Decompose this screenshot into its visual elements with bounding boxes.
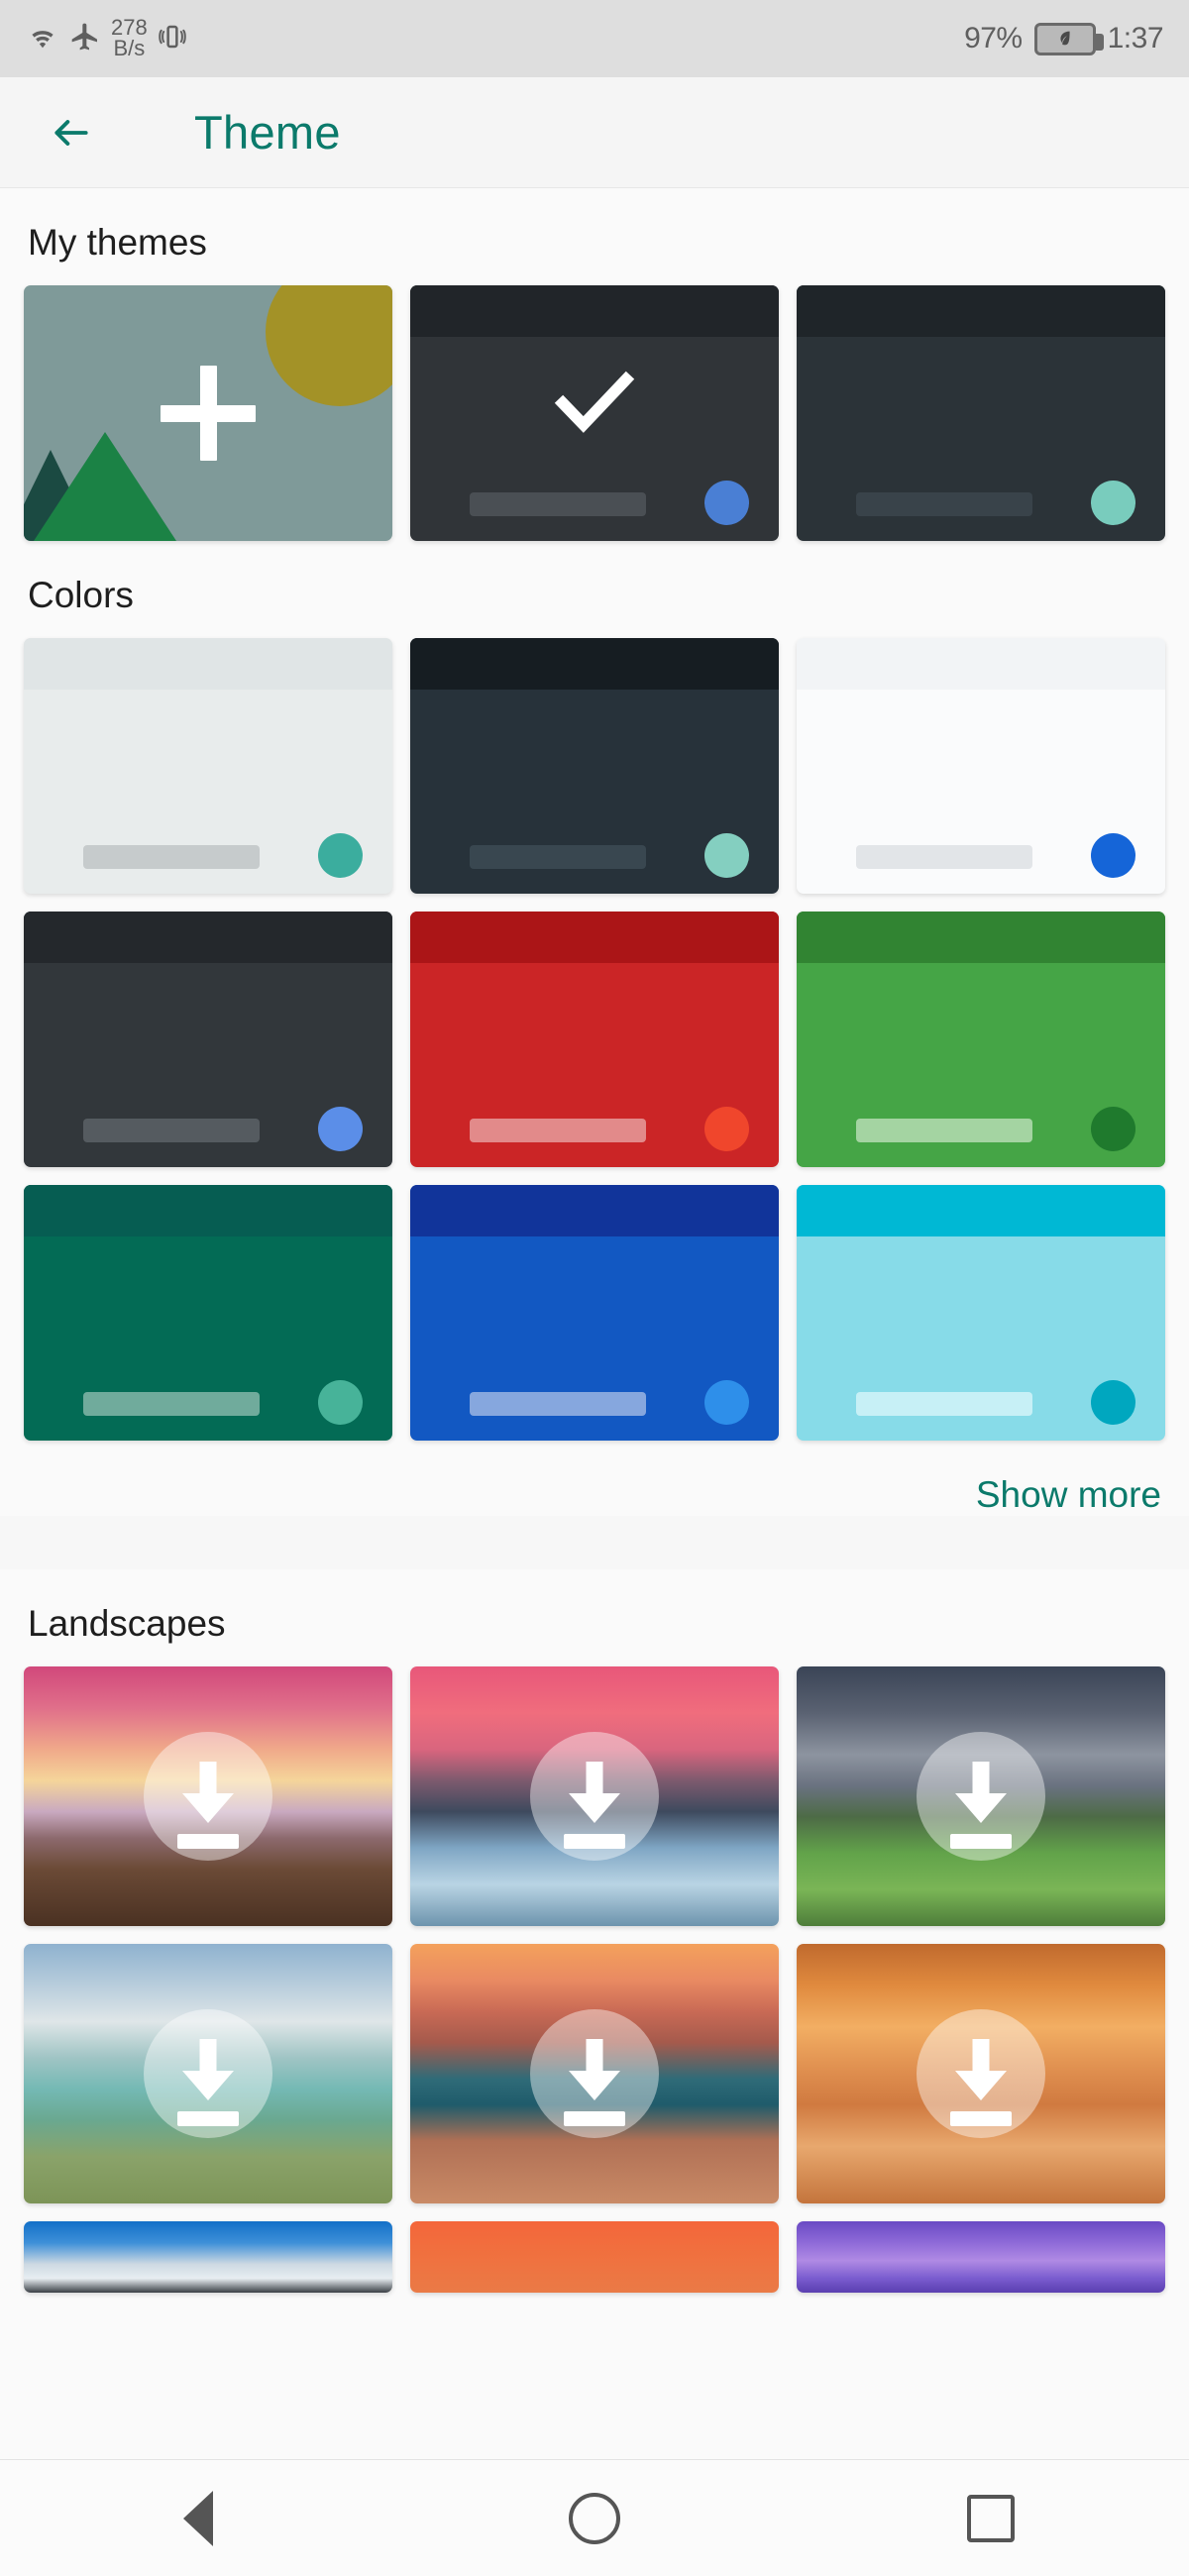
theme-accent-dot	[1091, 1380, 1135, 1425]
network-speed-unit: B/s	[113, 36, 146, 60]
theme-preview-pill	[82, 845, 261, 869]
landscape-card-lagoon-cloudy-beach[interactable]	[24, 1944, 392, 2203]
nav-home-circle-icon[interactable]	[540, 2464, 649, 2573]
theme-preview-pill	[469, 492, 647, 516]
theme-card-color-theme-cyan-light[interactable]	[797, 1185, 1165, 1441]
landscape-thumbnail	[24, 2221, 392, 2293]
theme-accent-dot	[1091, 1107, 1135, 1151]
theme-preview-pill	[855, 492, 1033, 516]
download-icon[interactable]	[917, 1732, 1045, 1861]
clock-label: 1:37	[1107, 22, 1164, 54]
theme-accent-dot	[704, 833, 749, 878]
theme-preview-pill	[469, 1392, 647, 1416]
show-more-row: Show more	[0, 1441, 1189, 1516]
theme-preview-pill	[855, 1392, 1033, 1416]
landscape-card-antelope-canyon[interactable]	[797, 1944, 1165, 2203]
nav-recents-square-icon[interactable]	[936, 2464, 1045, 2573]
sun-shape-icon	[266, 285, 392, 406]
landscape-card-beach-sunset-rocks[interactable]	[24, 1666, 392, 1926]
theme-accent-dot	[318, 1107, 363, 1151]
theme-preview-pill	[855, 845, 1033, 869]
theme-preview-topbar	[410, 912, 779, 963]
theme-preview-topbar	[24, 1185, 392, 1236]
download-icon[interactable]	[917, 2009, 1045, 2138]
section-divider	[0, 1516, 1189, 1569]
theme-card-color-theme-green[interactable]	[797, 912, 1165, 1167]
theme-accent-dot	[318, 833, 363, 878]
my-themes-grid	[0, 285, 1189, 541]
theme-card-color-theme-red[interactable]	[410, 912, 779, 1167]
status-bar: 278 B/s 97% 1:37	[0, 0, 1189, 77]
colors-section: Colors Show more	[0, 541, 1189, 1516]
theme-preview-pill	[469, 1119, 647, 1142]
landscape-thumbnail	[410, 2221, 779, 2293]
check-icon	[535, 353, 654, 453]
mountain-front-shape-icon	[34, 432, 176, 541]
download-icon[interactable]	[530, 1732, 659, 1861]
battery-saver-leaf-icon	[1033, 22, 1104, 55]
download-icon[interactable]	[144, 2009, 272, 2138]
system-navigation-bar	[0, 2459, 1189, 2576]
show-more-button[interactable]: Show more	[976, 1474, 1161, 1516]
theme-preview-pill	[469, 845, 647, 869]
theme-card-color-theme-light-gray[interactable]	[24, 638, 392, 894]
network-speed-indicator: 278 B/s	[111, 17, 148, 60]
theme-card-dark-theme-blue[interactable]	[410, 285, 779, 541]
theme-preview-topbar	[24, 638, 392, 690]
theme-card-dark-theme-teal[interactable]	[797, 285, 1165, 541]
theme-accent-dot	[704, 1380, 749, 1425]
colors-heading: Colors	[28, 575, 134, 615]
theme-preview-pill	[82, 1392, 261, 1416]
download-icon[interactable]	[530, 2009, 659, 2138]
landscapes-grid	[0, 1666, 1189, 2293]
my-themes-heading: My themes	[28, 222, 207, 263]
theme-preview-topbar	[797, 912, 1165, 963]
status-bar-left: 278 B/s	[26, 17, 187, 60]
status-bar-right: 97% 1:37	[964, 22, 1164, 55]
theme-card-color-theme-charcoal[interactable]	[24, 912, 392, 1167]
landscape-card-green-hills-storm[interactable]	[797, 1666, 1165, 1926]
landscape-card-icy-river-pink-sky[interactable]	[410, 1666, 779, 1926]
colors-grid	[0, 638, 1189, 1441]
theme-card-color-theme-dark-slate[interactable]	[410, 638, 779, 894]
airplane-mode-icon	[69, 21, 101, 57]
landscape-card-purple-flowers[interactable]	[797, 2221, 1165, 2293]
theme-card-create-custom-theme[interactable]	[24, 285, 392, 541]
wifi-icon	[26, 22, 59, 56]
theme-accent-dot	[1091, 481, 1135, 525]
nav-back-triangle-icon[interactable]	[144, 2464, 253, 2573]
theme-accent-dot	[704, 481, 749, 525]
page-title: Theme	[194, 106, 341, 159]
landscape-thumbnail	[797, 2221, 1165, 2293]
theme-preview-topbar	[24, 912, 392, 963]
vibrate-icon	[158, 21, 187, 57]
download-icon[interactable]	[144, 1732, 272, 1861]
theme-preview-pill	[82, 1119, 261, 1142]
theme-accent-dot	[1091, 833, 1135, 878]
my-themes-section: My themes	[0, 188, 1189, 541]
theme-card-color-theme-teal-dark[interactable]	[24, 1185, 392, 1441]
theme-preview-topbar	[797, 638, 1165, 690]
theme-preview-topbar	[797, 1185, 1165, 1236]
theme-preview-topbar	[410, 285, 779, 337]
theme-preview-topbar	[410, 1185, 779, 1236]
landscapes-section: Landscapes	[0, 1569, 1189, 2293]
theme-card-color-theme-white[interactable]	[797, 638, 1165, 894]
back-arrow-icon[interactable]	[44, 105, 99, 161]
theme-preview-topbar	[797, 285, 1165, 337]
theme-preview-topbar	[410, 638, 779, 690]
landscape-card-horseshoe-bend[interactable]	[410, 1944, 779, 2203]
landscape-card-orange-gradient[interactable]	[410, 2221, 779, 2293]
theme-card-color-theme-blue[interactable]	[410, 1185, 779, 1441]
theme-preview-pill	[855, 1119, 1033, 1142]
landscapes-heading: Landscapes	[28, 1603, 226, 1644]
theme-accent-dot	[704, 1107, 749, 1151]
theme-accent-dot	[318, 1380, 363, 1425]
battery-percent-label: 97%	[964, 22, 1023, 54]
landscape-card-blue-sky-mountain[interactable]	[24, 2221, 392, 2293]
app-bar: Theme	[0, 77, 1189, 188]
